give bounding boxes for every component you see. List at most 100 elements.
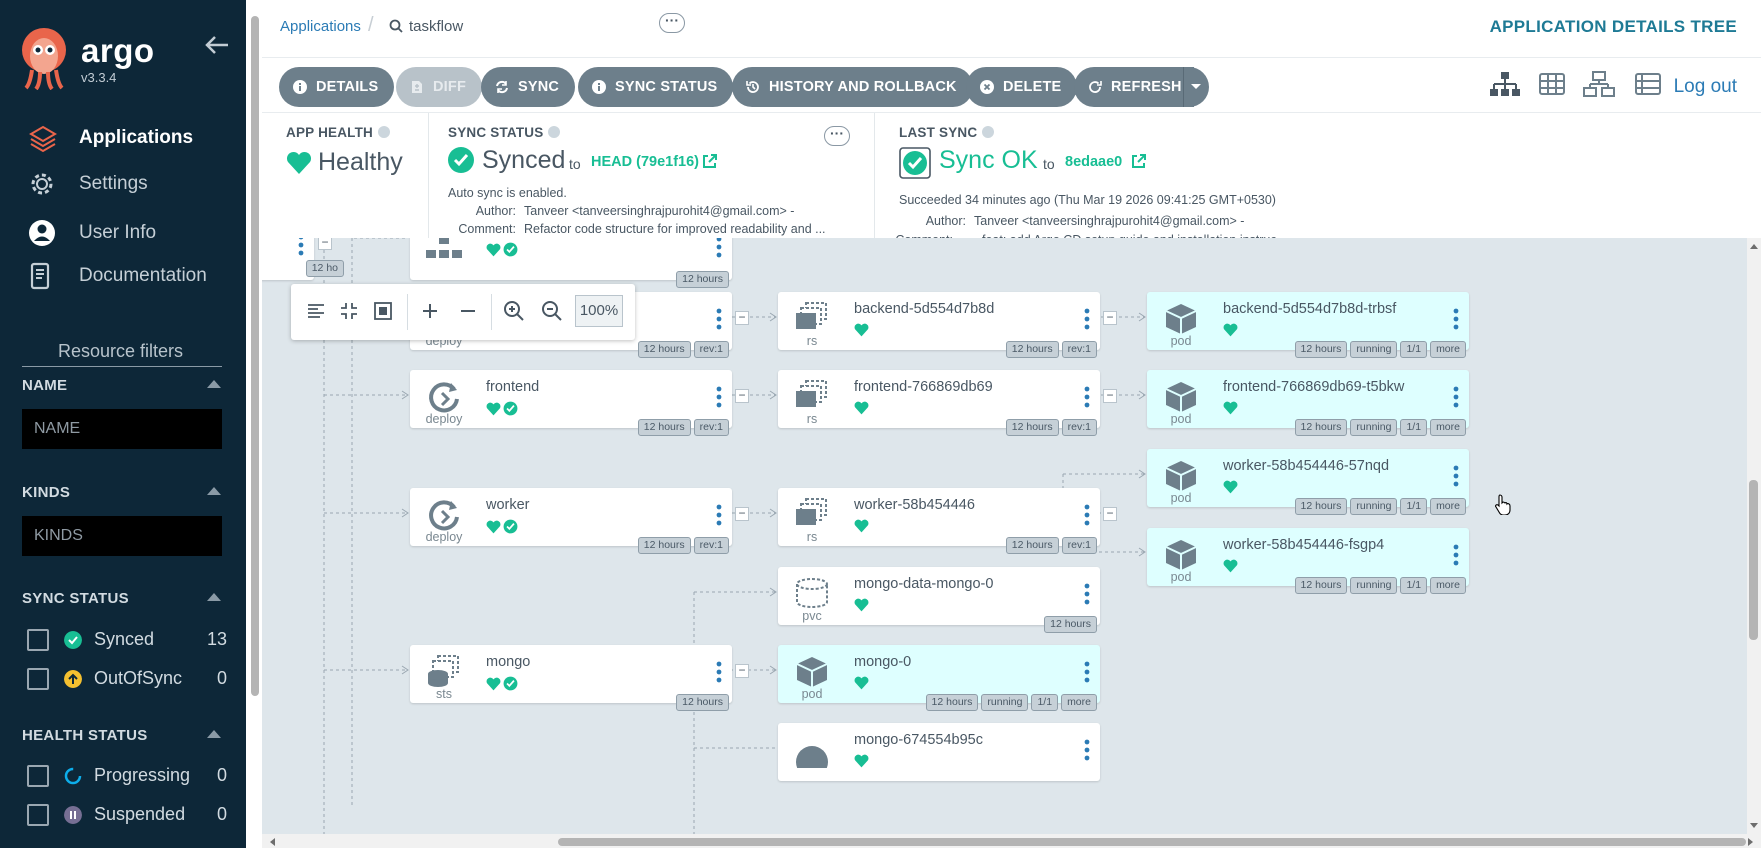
root-node[interactable]: 12 ho <box>262 238 344 280</box>
scroll-down-arrow-icon[interactable] <box>1749 822 1759 830</box>
nav-user-info[interactable]: User Info <box>0 213 246 253</box>
breadcrumb-applications[interactable]: Applications <box>280 18 361 35</box>
filter-outofsync[interactable]: OutOfSync 0 <box>27 666 227 692</box>
checkbox[interactable] <box>27 668 49 690</box>
kinds-filter-input[interactable] <box>22 516 222 556</box>
collapse-arrow-icon[interactable] <box>204 34 230 56</box>
resource-node-mongo-rs2[interactable]: mongo-674554b95c <box>778 723 1100 781</box>
details-button[interactable]: DETAILS <box>279 67 395 107</box>
align-left-icon[interactable] <box>301 296 331 326</box>
more-options-button[interactable]: ··· <box>659 13 685 33</box>
vertical-scroll-thumb[interactable] <box>1749 480 1758 640</box>
resource-node-mongo-pvc[interactable]: pvc mongo-data-mongo-0 12 hours <box>778 567 1100 633</box>
zoom-level[interactable]: 100% <box>575 295 623 327</box>
nav-applications[interactable]: Applications <box>0 118 246 158</box>
external-link-icon[interactable] <box>702 153 718 169</box>
zoom-out-icon[interactable] <box>537 296 567 326</box>
node-menu-icon[interactable] <box>716 238 722 258</box>
history-rollback-button[interactable]: HISTORY AND ROLLBACK <box>732 67 973 107</box>
logout-link[interactable]: Log out <box>1674 76 1737 98</box>
nav-settings[interactable]: Settings <box>0 164 246 204</box>
node-tag[interactable]: more <box>1430 577 1466 594</box>
collapse-caret-icon[interactable] <box>207 487 221 495</box>
filter-synced[interactable]: Synced 13 <box>27 627 227 653</box>
resource-node-mongo-sts[interactable]: sts mongo 12 hours <box>410 645 732 711</box>
node-menu-icon[interactable] <box>1084 386 1090 408</box>
help-icon[interactable] <box>548 126 561 138</box>
resource-node-mongo-pod[interactable]: pod mongo-0 12 hours running 1/1 more <box>778 645 1100 711</box>
node-menu-icon[interactable] <box>1453 386 1459 408</box>
node-menu-icon[interactable] <box>716 504 722 526</box>
compress-icon[interactable] <box>334 296 364 326</box>
checkbox[interactable] <box>27 765 49 787</box>
horizontal-scroll-thumb[interactable] <box>558 838 1746 846</box>
network-view-icon[interactable] <box>1582 70 1616 98</box>
collapse-toggle-button[interactable]: − <box>1103 311 1117 325</box>
node-menu-icon[interactable] <box>1084 504 1090 526</box>
collapse-caret-icon[interactable] <box>207 730 221 738</box>
resource-node-worker-rs[interactable]: rs worker-58b454446 12 hours rev:1 <box>778 488 1100 554</box>
grid-view-icon[interactable] <box>1538 70 1566 98</box>
collapse-toggle-button[interactable]: − <box>735 664 749 678</box>
node-menu-icon[interactable] <box>716 386 722 408</box>
node-menu-icon[interactable] <box>716 661 722 683</box>
delete-button[interactable]: DELETE <box>966 67 1078 107</box>
node-menu-icon[interactable] <box>716 308 722 330</box>
name-filter-input[interactable] <box>22 409 222 449</box>
collapse-toggle-button[interactable]: − <box>735 311 749 325</box>
node-tag[interactable]: more <box>1430 498 1466 515</box>
node-menu-icon[interactable] <box>1453 308 1459 330</box>
node-tag[interactable]: more <box>1430 419 1466 436</box>
collapse-toggle-button[interactable]: − <box>735 389 749 403</box>
collapse-toggle-button[interactable]: − <box>318 238 332 250</box>
resource-node-frontend-deploy[interactable]: deploy frontend 12 hours rev:1 <box>410 370 732 436</box>
more-options-button[interactable]: ··· <box>824 126 850 146</box>
refresh-dropdown-button[interactable] <box>1183 67 1209 107</box>
node-menu-icon[interactable] <box>1084 583 1090 605</box>
resource-node-backend-pod[interactable]: pod backend-5d554d7b8d-trbsf 12 hours runni… <box>1147 292 1469 358</box>
scroll-right-arrow-icon[interactable] <box>1747 837 1755 847</box>
checkbox[interactable] <box>27 804 49 826</box>
node-menu-icon[interactable] <box>1084 739 1090 761</box>
refresh-button[interactable]: REFRESH <box>1074 67 1194 107</box>
scroll-up-arrow-icon[interactable] <box>1749 242 1759 250</box>
collapse-minus-icon[interactable] <box>453 296 483 326</box>
filter-suspended[interactable]: Suspended 0 <box>27 802 227 828</box>
sidebar-scrollbar[interactable] <box>248 0 262 848</box>
node-menu-icon[interactable] <box>1453 544 1459 566</box>
filter-progressing[interactable]: Progressing 0 <box>27 763 227 789</box>
nav-documentation[interactable]: Documentation <box>0 256 246 296</box>
tree-view-icon[interactable] <box>1488 70 1522 98</box>
resource-node-frontend-rs[interactable]: rs frontend-766869db69 12 hours rev:1 <box>778 370 1100 436</box>
collapse-toggle-button[interactable]: − <box>1103 389 1117 403</box>
sync-revision-link[interactable]: HEAD (79e1f16) <box>591 154 699 170</box>
sync-status-button[interactable]: SYNC STATUS <box>578 67 734 107</box>
sync-button[interactable]: SYNC <box>481 67 576 107</box>
collapse-toggle-button[interactable]: − <box>1103 507 1117 521</box>
diff-button[interactable]: DIFF <box>396 67 483 107</box>
resource-node-worker-deploy[interactable]: deploy worker 12 hours rev:1 <box>410 488 732 554</box>
application-node[interactable]: 12 hours <box>410 238 732 288</box>
help-icon[interactable] <box>378 126 391 138</box>
resource-node-backend-rs[interactable]: rs backend-5d554d7b8d 12 hours rev:1 <box>778 292 1100 358</box>
node-menu-icon[interactable] <box>1453 465 1459 487</box>
node-menu-icon[interactable] <box>1084 661 1090 683</box>
resource-node-worker-pod-1[interactable]: pod worker-58b454446-57nqd 12 hours running… <box>1147 449 1469 515</box>
node-tag[interactable]: more <box>1430 341 1466 358</box>
node-menu-icon[interactable] <box>1084 308 1090 330</box>
node-tag[interactable]: more <box>1061 694 1097 711</box>
resource-node-worker-pod-2[interactable]: pod worker-58b454446-fsgp4 12 hours running… <box>1147 528 1469 594</box>
checkbox[interactable] <box>27 629 49 651</box>
node-menu-icon[interactable] <box>298 238 304 256</box>
help-icon[interactable] <box>982 126 995 138</box>
collapse-caret-icon[interactable] <box>207 593 221 601</box>
fit-screen-icon[interactable] <box>368 296 398 326</box>
collapse-caret-icon[interactable] <box>207 380 221 388</box>
collapse-toggle-button[interactable]: − <box>735 507 749 521</box>
zoom-in-icon[interactable] <box>499 296 529 326</box>
last-sync-revision-link[interactable]: 8edaae0 <box>1065 154 1122 170</box>
list-view-icon[interactable] <box>1634 70 1662 98</box>
resource-node-frontend-pod[interactable]: pod frontend-766869db69-t5bkw 12 hours runn… <box>1147 370 1469 436</box>
expand-plus-icon[interactable] <box>415 296 445 326</box>
scroll-left-arrow-icon[interactable] <box>268 837 276 847</box>
